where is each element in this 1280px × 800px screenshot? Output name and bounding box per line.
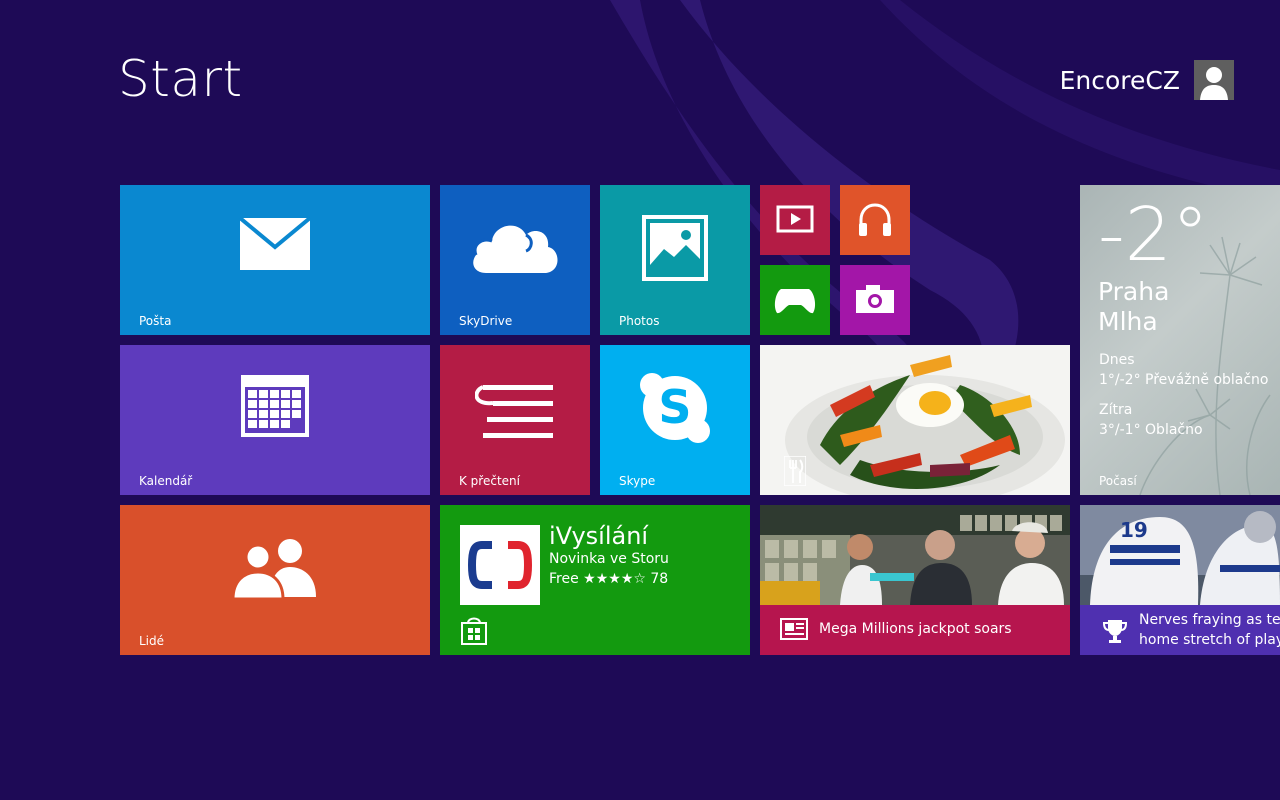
- store-icon: [461, 617, 487, 645]
- user-account[interactable]: EncoreCZ: [1060, 60, 1234, 100]
- camera-icon: [856, 285, 894, 313]
- calendar-icon: [241, 375, 309, 437]
- tile-label: Photos: [619, 314, 660, 328]
- app-logo: [460, 525, 540, 605]
- page-title: Start: [118, 50, 243, 108]
- tile-food-drink[interactable]: [760, 345, 1070, 495]
- news-photo: [760, 505, 1070, 605]
- app-rating: Free ★★★★☆ 78: [549, 571, 668, 587]
- tile-label: Pošta: [139, 314, 172, 328]
- rating-stars: ★★★★☆: [583, 571, 646, 587]
- tile-photos[interactable]: Photos: [600, 185, 750, 335]
- tile-store[interactable]: iVysílání Novinka ve Storu Free ★★★★☆ 78: [440, 505, 750, 655]
- sport-photo: 19: [1080, 505, 1280, 605]
- weather-today-forecast: 1°/-2° Převážně oblačno: [1099, 372, 1269, 388]
- tile-label: SkyDrive: [459, 314, 513, 328]
- reading-list-icon: [475, 385, 553, 438]
- sport-headline: Nerves fraying as tean home stretch of p…: [1139, 610, 1280, 650]
- tile-weather[interactable]: -2° Praha Mlha Dnes 1°/-2° Převážně obla…: [1080, 185, 1280, 495]
- weather-tomorrow-label: Zítra: [1099, 402, 1133, 418]
- tile-people[interactable]: Lidé: [120, 505, 430, 655]
- mail-icon: [239, 217, 311, 270]
- tile-news[interactable]: Mega Millions jackpot soars: [760, 505, 1070, 655]
- food-photo: [785, 355, 1065, 495]
- weather-today-label: Dnes: [1099, 352, 1135, 368]
- tile-sport[interactable]: 19 Nerves fraying as tean home stretch o…: [1080, 505, 1280, 655]
- cloud-icon: [473, 225, 558, 273]
- tile-music[interactable]: [840, 185, 910, 255]
- weather-tomorrow-forecast: 3°/-1° Oblačno: [1099, 422, 1203, 438]
- trophy-icon: [1102, 620, 1128, 643]
- tile-mail[interactable]: Pošta: [120, 185, 430, 335]
- weather-condition: Mlha: [1098, 307, 1158, 336]
- user-name: EncoreCZ: [1059, 65, 1180, 95]
- weather-city: Praha: [1098, 277, 1170, 306]
- skype-icon: S: [640, 373, 710, 443]
- app-subtitle: Novinka ve Storu: [549, 551, 669, 567]
- tile-skype[interactable]: S Skype: [600, 345, 750, 495]
- newspaper-icon: [780, 618, 808, 640]
- user-silhouette-icon: [1200, 67, 1228, 100]
- picture-icon: [642, 215, 708, 281]
- headphones-icon: [859, 203, 891, 236]
- tile-label: K přečtení: [459, 474, 520, 488]
- video-icon: [776, 205, 814, 233]
- weather-temperature: -2°: [1098, 192, 1209, 278]
- tile-camera[interactable]: [840, 265, 910, 335]
- app-name: iVysílání: [549, 522, 649, 550]
- svg-text:S: S: [658, 380, 691, 434]
- news-headline: Mega Millions jackpot soars: [819, 621, 1012, 637]
- sport-headline-line: home stretch of playof: [1139, 632, 1280, 648]
- tile-calendar[interactable]: Kalendář: [120, 345, 430, 495]
- avatar[interactable]: [1194, 60, 1234, 100]
- sport-headline-line: Nerves fraying as tean: [1139, 612, 1280, 628]
- people-icon: [232, 539, 316, 599]
- news-headline-bar: Mega Millions jackpot soars: [760, 605, 1070, 655]
- fork-knife-icon: [784, 456, 806, 486]
- tile-label: Kalendář: [139, 474, 193, 488]
- sport-headline-bar: Nerves fraying as tean home stretch of p…: [1080, 605, 1280, 655]
- tile-label: Skype: [619, 474, 656, 488]
- app-price: Free: [549, 571, 579, 587]
- rating-count: 78: [650, 571, 669, 587]
- svg-text:19: 19: [1120, 518, 1148, 542]
- tile-reading-list[interactable]: K přečtení: [440, 345, 590, 495]
- tile-video[interactable]: [760, 185, 830, 255]
- tile-games[interactable]: [760, 265, 830, 335]
- tile-label: Počasí: [1099, 474, 1137, 488]
- tile-label: Lidé: [139, 634, 165, 648]
- tile-skydrive[interactable]: SkyDrive: [440, 185, 590, 335]
- xbox-controller-icon: [774, 289, 816, 314]
